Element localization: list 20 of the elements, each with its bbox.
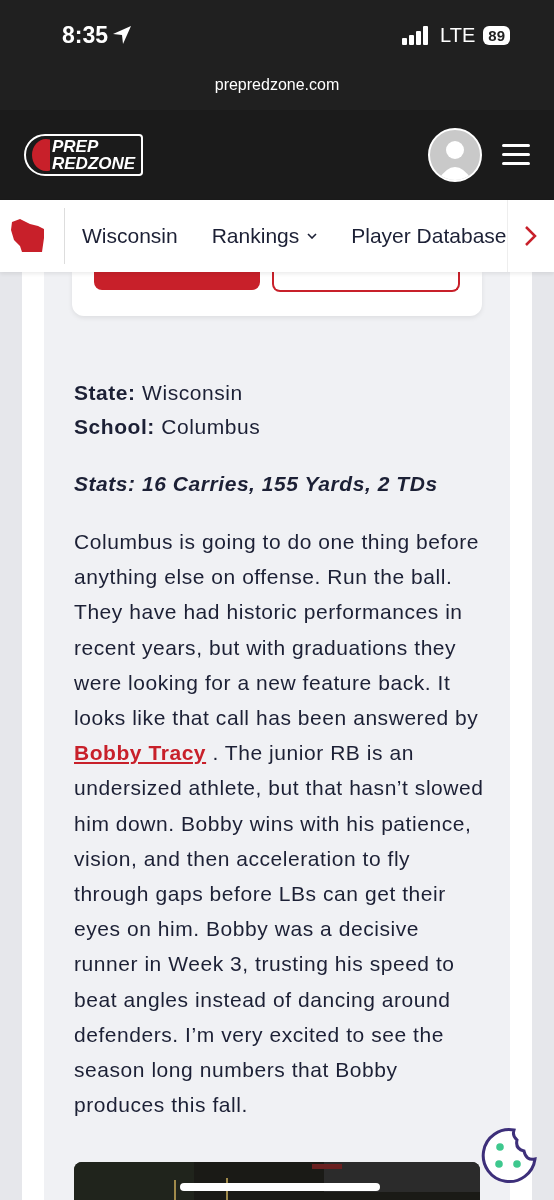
menu-icon[interactable]: [502, 144, 530, 166]
nav-link[interactable]: Rankings: [211, 224, 318, 248]
network-type: LTE: [440, 23, 476, 47]
clock-time: 8:35: [62, 21, 109, 49]
chevron-right-icon: [524, 225, 538, 247]
nav-link[interactable]: Wisconsin: [82, 224, 178, 248]
url-text[interactable]: prepredzone.com: [214, 76, 340, 94]
site-logo[interactable]: PREP REDZONE: [24, 134, 144, 176]
nav-link[interactable]: Player Database: [351, 224, 507, 248]
stats-line: Stats: 16 Carries, 155 Yards, 2 TDs: [74, 472, 439, 496]
fact-line: School: Columbus: [74, 414, 262, 440]
user-avatar[interactable]: [428, 128, 482, 182]
location-arrow-icon: [112, 25, 133, 45]
action-button[interactable]: [272, 272, 460, 292]
battery-level: 89: [483, 25, 510, 45]
article-paragraph: Columbus is going to do one thing before anything else on offense. Run the ball. They have had historic performances in recent years, but with graduations they were looking for a new feature back. It looks like that call has been answered by Bobby Tracy . The junior RB is an undersized athlete, but that hasn’t slowed him down. Bobby wins with his patience, vision, and then acceleration to fly through gaps before LBs can get their eyes on him. Bobby was a decisive runner in Week 3, trusting his speed to beat angles instead of dancing around defenders. I’m very excited to see the season long numbers that Bobby produces this fall.: [74, 529, 484, 1119]
signal-icon: [402, 25, 431, 45]
cookie-icon[interactable]: [480, 1127, 538, 1185]
fact-line: State: Wisconsin: [74, 380, 244, 406]
player-link[interactable]: Bobby Tracy: [74, 741, 207, 765]
